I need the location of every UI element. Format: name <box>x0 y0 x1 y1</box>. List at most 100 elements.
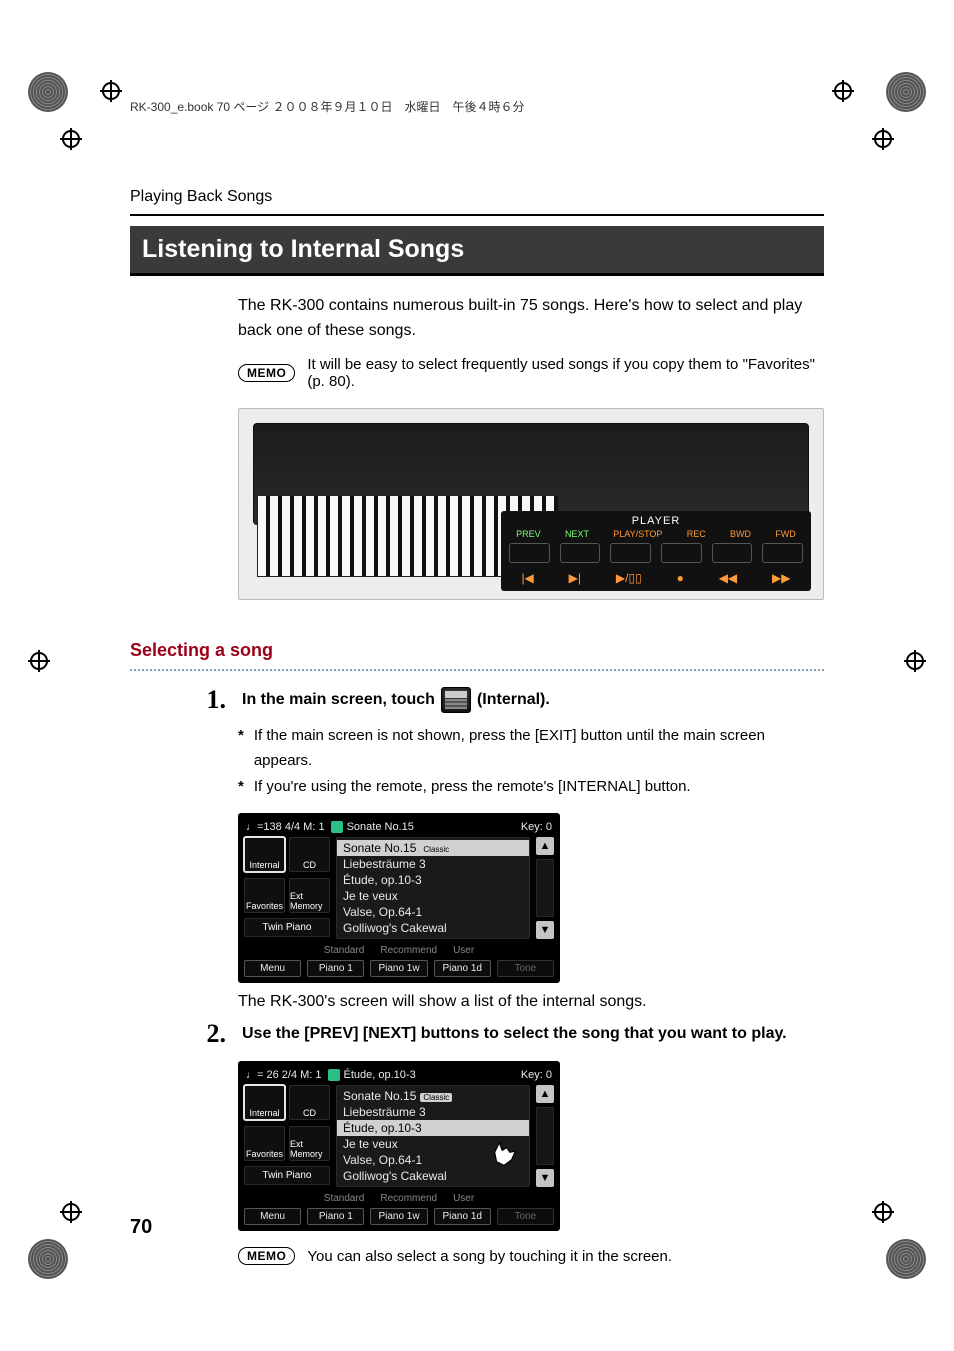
lcd-scrollbar: ▲ ▼ <box>536 837 554 939</box>
lcd-tab: Standard <box>324 1193 365 1204</box>
subsection-title: Selecting a song <box>130 640 824 661</box>
lcd-tabs: Standard Recommend User <box>244 945 554 956</box>
lcd-key: Key: 0 <box>521 821 552 833</box>
lcd-source-tiles: Internal CD Favorites Ext Memory Twin Pi… <box>244 837 330 939</box>
lcd-tab: Standard <box>324 945 365 956</box>
hand-cursor-icon <box>490 1141 520 1176</box>
memo-badge: MEMO <box>238 1247 295 1265</box>
header-strip: RK-300_e.book 70 ページ ２００８年９月１０日 水曜日 午後４時… <box>130 98 824 116</box>
lcd-tab: User <box>453 945 474 956</box>
lcd-tab: Recommend <box>380 1193 437 1204</box>
intro-paragraph: The RK-300 contains numerous built-in 75… <box>238 294 824 344</box>
print-corner <box>28 72 68 112</box>
tile-extmemory: Ext Memory <box>289 1126 330 1161</box>
btn-name: PREV <box>516 529 541 539</box>
lcd-btn: Menu <box>244 1208 301 1225</box>
lcd-tabs: Standard Recommend User <box>244 1193 554 1204</box>
list-item: Je te veux <box>337 888 529 904</box>
section-banner: Listening to Internal Songs <box>130 226 824 276</box>
list-item: Golliwog's Cakewal <box>337 920 529 936</box>
lcd-btn: Tone <box>497 960 554 977</box>
step-text-body: Use the [PREV] [NEXT] buttons to select … <box>242 1022 787 1046</box>
lcd-btn: Piano 1w <box>370 960 427 977</box>
page: RK-300_e.book 70 ページ ２００８年９月１０日 水曜日 午後４時… <box>0 0 954 1351</box>
lcd-tab: User <box>453 1193 474 1204</box>
player-buttons <box>509 543 803 563</box>
registration-mark <box>60 1201 82 1223</box>
print-corner <box>28 1239 68 1279</box>
lcd-tempo: ♩= 26 2/4 M: 1 <box>246 1069 322 1081</box>
tile-twin-piano: Twin Piano <box>244 1166 330 1185</box>
note-text: If the main screen is not shown, press t… <box>254 723 824 774</box>
lcd-now-playing: Étude, op.10-3 <box>344 1069 416 1081</box>
tile-extmemory: Ext Memory <box>289 878 330 913</box>
lcd-now-playing: Sonate No.15 <box>347 821 414 833</box>
list-item: Liebesträume 3 <box>337 1104 529 1120</box>
lcd-status-bar: ♩= 26 2/4 M: 1 Étude, op.10-3 Key: 0 <box>244 1067 554 1085</box>
player-panel-zoom: PLAYER PREV NEXT PLAY/STOP REC BWD FWD <box>501 511 811 591</box>
btn-name: NEXT <box>565 529 589 539</box>
header-strip-text: RK-300_e.book 70 ページ ２００８年９月１０日 水曜日 午後４時… <box>130 98 525 115</box>
memo-row: MEMO It will be easy to select frequentl… <box>238 356 824 390</box>
player-button-names: PREV NEXT PLAY/STOP REC BWD FWD <box>509 529 803 539</box>
btn-name: REC <box>687 529 706 539</box>
lcd-tempo: ♩=138 4/4 M: 1 <box>246 821 325 833</box>
tile-favorites: Favorites <box>244 1126 285 1161</box>
registration-mark <box>100 80 122 102</box>
glyph: |◀ <box>521 571 533 585</box>
hw-button <box>712 543 753 563</box>
tile-twin-piano: Twin Piano <box>244 918 330 937</box>
glyph: ◀◀ <box>719 571 737 585</box>
genre-tag: Classic <box>420 1093 452 1102</box>
hw-button <box>509 543 550 563</box>
registration-mark <box>872 128 894 150</box>
list-item: Liebesträume 3 <box>337 856 529 872</box>
glyph: ● <box>677 571 684 585</box>
note-item: If the main screen is not shown, press t… <box>238 723 824 774</box>
dotted-rule <box>130 669 824 671</box>
step-text: Use the [PREV] [NEXT] buttons to select … <box>242 1021 787 1047</box>
step-1-notes: If the main screen is not shown, press t… <box>238 723 824 800</box>
glyph: ▶/▯▯ <box>616 571 642 585</box>
lcd-btn: Piano 1 <box>307 960 364 977</box>
hw-button <box>762 543 803 563</box>
lcd-btn: Tone <box>497 1208 554 1225</box>
lcd-btn: Piano 1d <box>434 960 491 977</box>
step-number: 2 <box>198 1021 226 1047</box>
registration-mark <box>872 1201 894 1223</box>
lcd-footer-buttons: Menu Piano 1 Piano 1w Piano 1d Tone <box>244 960 554 977</box>
lcd-btn: Piano 1w <box>370 1208 427 1225</box>
scroll-track <box>536 1107 554 1165</box>
tile-favorites: Favorites <box>244 878 285 913</box>
tile-cd: CD <box>289 837 330 872</box>
memo-text: It will be easy to select frequently use… <box>307 356 824 390</box>
hw-button <box>610 543 651 563</box>
glyph: ▶▶ <box>772 571 790 585</box>
lcd-key: Key: 0 <box>521 1069 552 1081</box>
genre-tag: Classic <box>420 845 452 854</box>
btn-name: BWD <box>730 529 751 539</box>
step-1-caption: The RK-300's screen will show a list of … <box>238 993 824 1011</box>
list-item: Valse, Op.64-1 <box>337 904 529 920</box>
note-text: If you're using the remote, press the re… <box>254 774 691 800</box>
btn-name: FWD <box>775 529 796 539</box>
step-1: 1 In the main screen, touch (Internal). <box>198 687 824 713</box>
tile-internal: Internal <box>244 837 285 872</box>
step-text-post: (Internal). <box>477 688 550 712</box>
memo-badge: MEMO <box>238 364 295 382</box>
internal-icon <box>441 687 471 713</box>
hw-button <box>560 543 601 563</box>
scroll-track <box>536 859 554 917</box>
step-text-pre: In the main screen, touch <box>242 688 435 712</box>
print-corner <box>886 1239 926 1279</box>
lcd-screenshot-1: ♩=138 4/4 M: 1 Sonate No.15 Key: 0 Inter… <box>238 813 560 983</box>
notes-icon <box>331 821 343 833</box>
list-item: Étude, op.10-3 <box>337 1120 529 1136</box>
scroll-down-icon: ▼ <box>536 921 554 939</box>
glyph: ▶| <box>569 571 581 585</box>
memo-row: MEMO You can also select a song by touch… <box>238 1247 824 1265</box>
registration-mark <box>904 650 926 672</box>
lcd-song-list: Sonate No.15Classic Liebesträume 3 Étude… <box>336 837 530 939</box>
lcd-source-tiles: Internal CD Favorites Ext Memory Twin Pi… <box>244 1085 330 1187</box>
step-text: In the main screen, touch (Internal). <box>242 687 550 713</box>
